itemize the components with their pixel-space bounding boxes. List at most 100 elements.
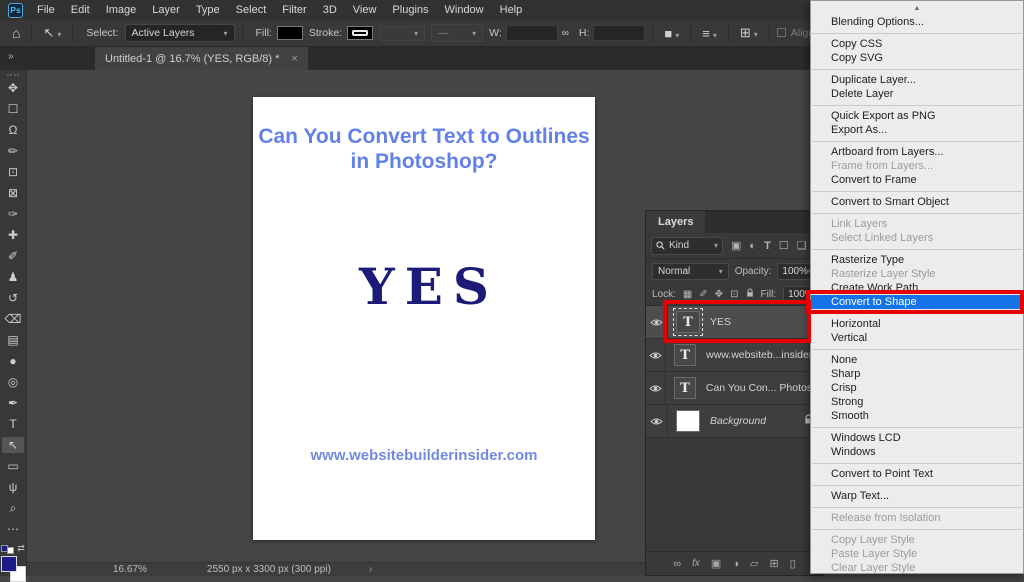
menu-3d[interactable]: 3D <box>315 0 345 20</box>
layer-visibility-toggle[interactable] <box>646 372 666 404</box>
width-field[interactable] <box>506 25 558 41</box>
eyedropper-tool-icon[interactable]: ✑ <box>2 206 24 222</box>
type-tool-icon[interactable]: T <box>2 416 24 432</box>
new-layer-icon[interactable]: ⊞ <box>769 557 778 570</box>
lock-position-icon[interactable]: ✥ <box>715 289 723 300</box>
filter-shape-layers-icon[interactable]: ☐ <box>779 239 789 252</box>
menu-item-delete-layer[interactable]: Delete Layer <box>811 87 1023 101</box>
pen-tool-icon[interactable]: ✒ <box>2 395 24 411</box>
document-page[interactable]: Can You Convert Text to Outlines in Phot… <box>253 97 595 540</box>
menu-item-export-as[interactable]: Export As... <box>811 123 1023 137</box>
menu-item-crisp[interactable]: Crisp <box>811 381 1023 395</box>
quick-selection-tool-icon[interactable]: ✏ <box>2 143 24 159</box>
filter-kind-dropdown[interactable]: Kind▾ <box>651 237 723 255</box>
layer-visibility-toggle[interactable] <box>646 405 668 437</box>
menu-help[interactable]: Help <box>492 0 531 20</box>
path-selection-tool-icon[interactable]: ↖ <box>2 437 24 453</box>
menu-scroll-up-icon[interactable]: ▲ <box>811 3 1023 15</box>
lock-transparency-icon[interactable]: ▦ <box>683 289 692 300</box>
type-layer-thumbnail[interactable]: T <box>674 377 696 399</box>
adjustment-layer-icon[interactable]: ◑ <box>732 558 739 570</box>
swap-colors-icon[interactable]: ⇄ <box>17 543 25 554</box>
zoom-tool-icon[interactable]: ⌕ <box>2 500 24 516</box>
menu-item-create-work-path[interactable]: Create Work Path <box>811 281 1023 295</box>
menu-layer[interactable]: Layer <box>144 0 188 20</box>
foreground-color-swatch[interactable] <box>1 556 17 572</box>
select-mode-dropdown[interactable]: Active Layers▾ <box>125 24 235 42</box>
path-operations-icon[interactable]: ■▾ <box>660 26 683 41</box>
lock-pixels-icon[interactable]: ✐ <box>699 289 707 300</box>
lock-artboard-icon[interactable]: ⊡ <box>730 289 738 300</box>
blur-tool-icon[interactable]: ● <box>2 353 24 369</box>
home-icon[interactable]: ⌂ <box>8 25 24 41</box>
tabbar-chevrons-icon[interactable]: » <box>8 51 14 62</box>
marquee-tool-icon[interactable]: ☐ <box>2 101 24 117</box>
menu-item-none[interactable]: None <box>811 353 1023 367</box>
menu-item-windows-lcd[interactable]: Windows LCD <box>811 431 1023 445</box>
menu-file[interactable]: File <box>29 0 63 20</box>
lasso-tool-icon[interactable]: Ω <box>2 122 24 138</box>
type-layer-thumbnail[interactable]: T <box>676 311 700 333</box>
eraser-tool-icon[interactable]: ⌫ <box>2 311 24 327</box>
path-arrangement-icon[interactable]: ⊞▾ <box>736 25 762 41</box>
path-alignment-icon[interactable]: ≡▾ <box>698 26 721 41</box>
eye-icon[interactable] <box>650 417 663 426</box>
layer-row-can-you-con-photoshop[interactable]: TCan You Con... Photoshop? <box>646 372 823 405</box>
dodge-tool-icon[interactable]: ◎ <box>2 374 24 390</box>
menu-item-duplicate-layer[interactable]: Duplicate Layer... <box>811 73 1023 87</box>
filter-pixel-layers-icon[interactable]: ▣ <box>731 239 741 252</box>
brush-tool-icon[interactable]: ✐ <box>2 248 24 264</box>
filter-adjustment-layers-icon[interactable]: ◐ <box>749 240 756 252</box>
menu-type[interactable]: Type <box>188 0 228 20</box>
menu-select[interactable]: Select <box>228 0 275 20</box>
menu-item-convert-to-shape[interactable]: Convert to Shape <box>811 295 1023 309</box>
hand-tool-icon[interactable]: ψ <box>2 479 24 495</box>
menu-item-rasterize-type[interactable]: Rasterize Type <box>811 253 1023 267</box>
menu-item-convert-to-smart-object[interactable]: Convert to Smart Object <box>811 195 1023 209</box>
menu-item-vertical[interactable]: Vertical <box>811 331 1023 345</box>
history-brush-tool-icon[interactable]: ↺ <box>2 290 24 306</box>
new-group-icon[interactable]: ▱ <box>750 557 758 570</box>
link-dimensions-icon[interactable]: ∞ <box>558 28 573 39</box>
layer-style-icon[interactable]: fx <box>692 558 700 569</box>
menu-filter[interactable]: Filter <box>274 0 314 20</box>
healing-brush-tool-icon[interactable]: ✚ <box>2 227 24 243</box>
filter-smart-objects-icon[interactable]: ❏ <box>797 239 807 252</box>
eye-icon[interactable] <box>649 384 662 393</box>
more-tools-icon[interactable]: ⋯ <box>2 521 24 537</box>
blend-mode-dropdown[interactable]: Normal▾ <box>652 263 729 280</box>
layer-visibility-toggle[interactable] <box>646 339 666 371</box>
status-chevron-icon[interactable]: › <box>369 564 372 575</box>
menu-item-copy-svg[interactable]: Copy SVG <box>811 51 1023 65</box>
lock-all-icon[interactable] <box>746 288 754 301</box>
menu-item-copy-css[interactable]: Copy CSS <box>811 37 1023 51</box>
default-colors-control[interactable]: ⇄ <box>1 543 25 554</box>
layers-tab[interactable]: Layers <box>646 211 705 233</box>
layer-mask-icon[interactable]: ▣ <box>711 557 721 570</box>
height-field[interactable] <box>593 25 645 41</box>
menu-window[interactable]: Window <box>437 0 492 20</box>
menu-item-windows[interactable]: Windows <box>811 445 1023 459</box>
stroke-swatch[interactable] <box>347 26 373 40</box>
toolbar-grip[interactable] <box>7 74 19 76</box>
menu-item-convert-to-point-text[interactable]: Convert to Point Text <box>811 467 1023 481</box>
gradient-tool-icon[interactable]: ▤ <box>2 332 24 348</box>
layer-row-yes[interactable]: TYES <box>646 306 823 339</box>
menu-image[interactable]: Image <box>98 0 145 20</box>
menu-edit[interactable]: Edit <box>63 0 98 20</box>
menu-item-strong[interactable]: Strong <box>811 395 1023 409</box>
type-layer-thumbnail[interactable]: T <box>674 344 696 366</box>
move-tool-icon[interactable]: ✥ <box>2 80 24 96</box>
eye-icon[interactable] <box>649 351 662 360</box>
color-picker-control[interactable] <box>0 556 26 576</box>
frame-tool-icon[interactable]: ⊠ <box>2 185 24 201</box>
link-layers-icon[interactable]: ∞ <box>673 558 681 570</box>
filter-type-layers-icon[interactable]: T <box>764 240 771 252</box>
menu-view[interactable]: View <box>345 0 385 20</box>
crop-tool-icon[interactable]: ⊡ <box>2 164 24 180</box>
menu-item-artboard-from-layers[interactable]: Artboard from Layers... <box>811 145 1023 159</box>
eye-icon[interactable] <box>650 318 663 327</box>
document-tab[interactable]: Untitled-1 @ 16.7% (YES, RGB/8) * × <box>95 47 308 70</box>
tool-preset-icon[interactable]: ↖▾ <box>39 25 65 41</box>
fill-swatch[interactable] <box>277 26 303 40</box>
